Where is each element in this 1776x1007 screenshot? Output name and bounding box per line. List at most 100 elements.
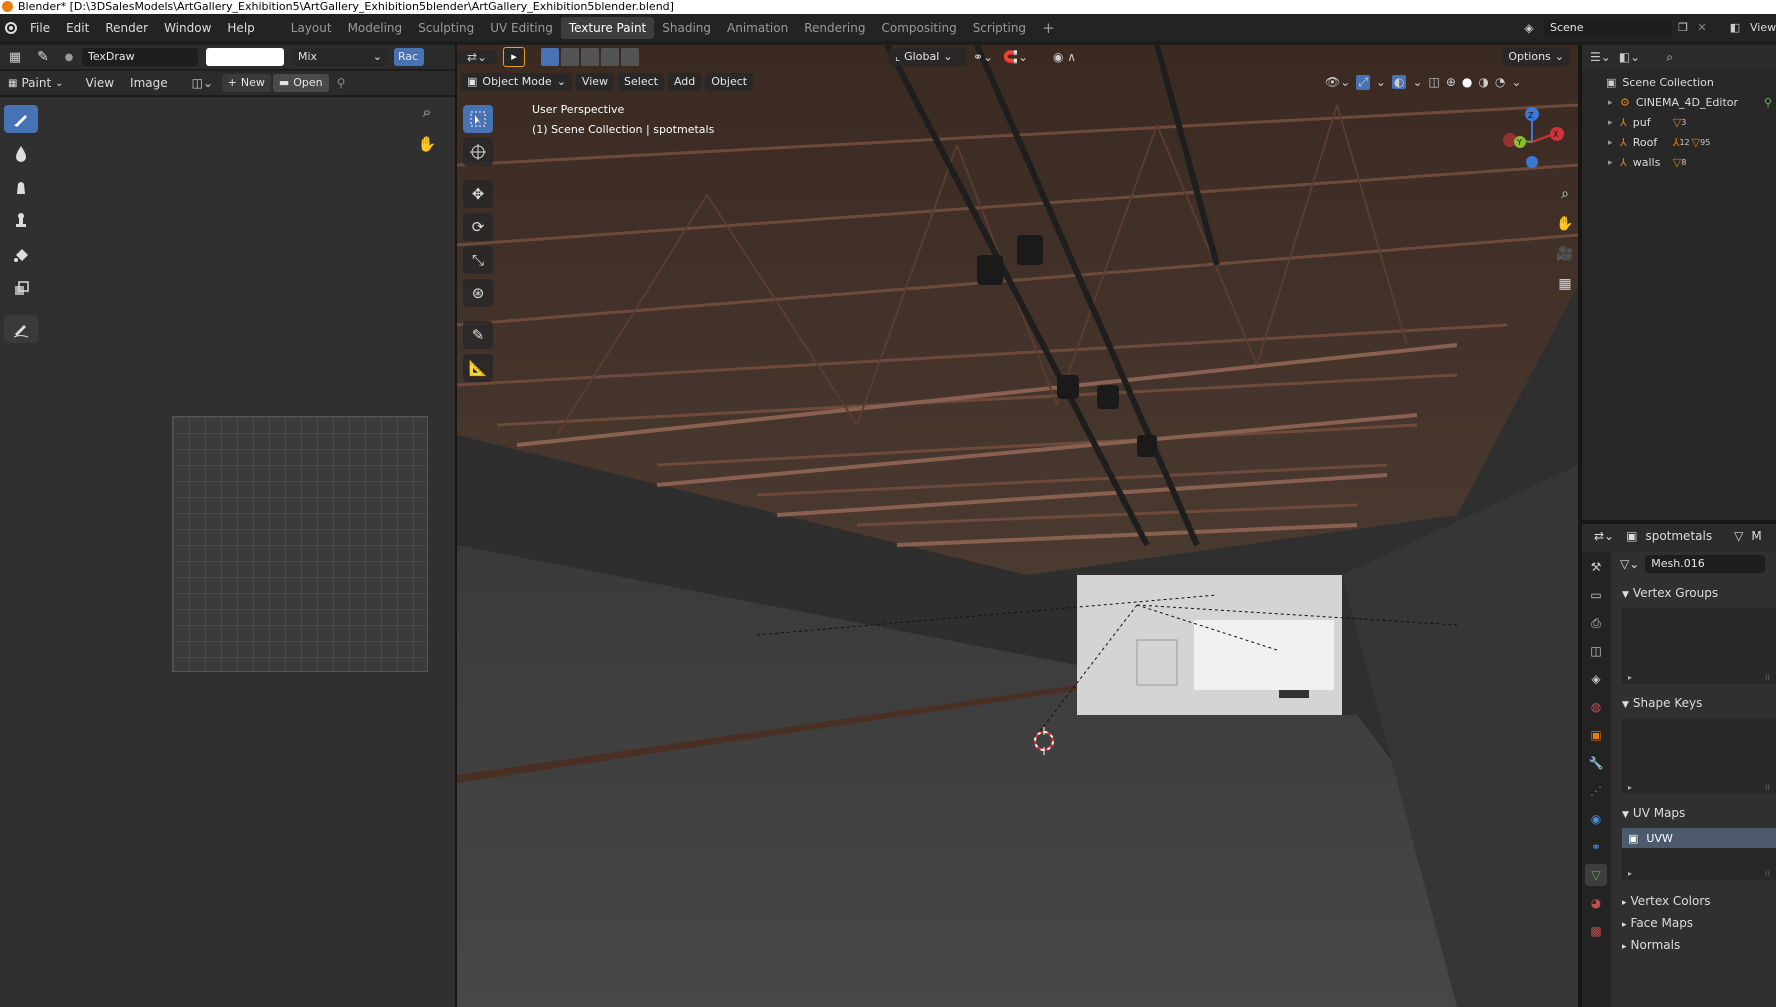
physics-tab-icon[interactable]: ◉	[1585, 808, 1607, 830]
view-layer-label[interactable]: View	[1750, 19, 1776, 37]
navigation-gizmo[interactable]: Z X Y	[1492, 102, 1572, 182]
select-box-icon[interactable]	[463, 105, 493, 133]
brush-dot-icon[interactable]: ●	[56, 52, 82, 63]
3d-viewport[interactable]: ⇄⌄ ▸ ⌞ Global ⌄ ⚭⌄ 🧲⌄ ◉ ∧ Options ⌄ ▣ Object…	[457, 45, 1578, 1007]
view-layer-icon[interactable]: ◧	[1722, 19, 1748, 37]
camera-view-icon[interactable]: 🎥	[1554, 246, 1576, 268]
pivot-point-icon[interactable]: ⚭⌄	[973, 50, 1003, 64]
outliner-scene-collection[interactable]: ▣ Scene Collection	[1582, 73, 1776, 93]
brush-name-field[interactable]: TexDraw	[82, 48, 198, 66]
output-tab-icon[interactable]: ⎙	[1585, 612, 1607, 634]
viewport-editor-type-icon[interactable]: ⇄⌄	[457, 50, 497, 64]
copy-scene-icon[interactable]: ❐	[1674, 19, 1692, 37]
tab-layout[interactable]: Layout	[283, 17, 340, 39]
expand-arrow-icon[interactable]: ▸	[1608, 113, 1620, 133]
shape-keys-list[interactable]: ▸ ⁞⁞	[1622, 718, 1776, 794]
normals-section[interactable]: ▸ Normals	[1612, 934, 1776, 956]
solid-shading-icon[interactable]: ●	[1462, 75, 1472, 89]
viewport-menu-object[interactable]: Object	[705, 73, 754, 91]
tab-texture-paint[interactable]: Texture Paint	[560, 17, 655, 39]
mesh-browse-icon[interactable]: ▽⌄	[1620, 557, 1639, 571]
object-tab-icon[interactable]: ▣	[1585, 724, 1607, 746]
mesh-name-field[interactable]: Mesh.016	[1645, 555, 1766, 573]
rotate-tool-icon[interactable]: ⟳	[463, 213, 493, 241]
search-icon[interactable]: ⌕	[1666, 50, 1673, 65]
proportional-editing-icon[interactable]: ◉ ∧	[1053, 50, 1093, 64]
overlay-icon[interactable]: ◐	[1391, 75, 1407, 89]
pan-hand-icon[interactable]: ✋	[414, 135, 440, 159]
paint-mode-dropdown[interactable]: ▦ Paint ⌄	[8, 76, 64, 90]
outliner-editor-type-icon[interactable]: ☰⌄	[1590, 50, 1611, 64]
pan-view-icon[interactable]: ✋	[1554, 216, 1576, 238]
zoom-view-icon[interactable]: ⌕	[1554, 186, 1576, 208]
expand-arrow-icon[interactable]: ▸	[1628, 869, 1632, 878]
shape-keys-section[interactable]: ▼ Shape Keys	[1612, 692, 1776, 714]
mask-brush-icon[interactable]	[4, 275, 38, 303]
chevron-down-icon[interactable]: ⌄	[1376, 75, 1386, 89]
select-extend-icon[interactable]	[561, 48, 579, 66]
draw-brush-icon[interactable]	[4, 105, 38, 133]
menu-image[interactable]: Image	[122, 70, 176, 96]
blend-mode-dropdown[interactable]: Mix ⌄	[292, 48, 388, 66]
texture-tab-icon[interactable]: ▩	[1585, 920, 1607, 942]
menu-help[interactable]: Help	[219, 15, 262, 41]
brush-icon[interactable]: ✎	[30, 49, 56, 65]
fill-brush-icon[interactable]	[4, 241, 38, 269]
viewport-menu-add[interactable]: Add	[667, 73, 702, 91]
expand-arrow-icon[interactable]: ▸	[1628, 673, 1632, 682]
menu-render[interactable]: Render	[97, 15, 156, 41]
menu-window[interactable]: Window	[156, 15, 219, 41]
select-tool-icon[interactable]: ▸	[503, 47, 525, 67]
add-workspace-icon[interactable]: +	[1034, 17, 1063, 39]
face-maps-section[interactable]: ▸ Face Maps	[1612, 912, 1776, 934]
outliner-item[interactable]: ▸ ⅄ walls ▽ 8	[1582, 153, 1776, 173]
cursor-tool-icon[interactable]	[463, 138, 493, 166]
menu-edit[interactable]: Edit	[58, 15, 97, 41]
vertex-groups-list[interactable]: ▸ ⁞⁞	[1622, 608, 1776, 684]
transform-tool-icon[interactable]: ⊛	[463, 279, 493, 307]
view-layer-tab-icon[interactable]: ◫	[1585, 640, 1607, 662]
viewport-menu-view[interactable]: View	[575, 73, 615, 91]
scene-selector[interactable]: Scene	[1544, 19, 1672, 37]
tab-modeling[interactable]: Modeling	[340, 17, 411, 39]
tab-shading[interactable]: Shading	[654, 17, 719, 39]
tab-sculpting[interactable]: Sculpting	[410, 17, 482, 39]
tab-animation[interactable]: Animation	[719, 17, 796, 39]
gizmo-icon[interactable]: ⤢	[1356, 74, 1370, 90]
select-subtract-icon[interactable]	[581, 48, 599, 66]
vertex-groups-section[interactable]: ▼ Vertex Groups	[1612, 582, 1776, 604]
editor-type-icon[interactable]: ▦	[0, 50, 30, 65]
outliner-item[interactable]: ▸ ⅄ puf ▽ 3	[1582, 113, 1776, 133]
tab-scripting[interactable]: Scripting	[965, 17, 1034, 39]
expand-arrow-icon[interactable]: ▸	[1608, 93, 1620, 113]
image-canvas-grid[interactable]	[172, 416, 428, 672]
chevron-down-icon[interactable]: ⌄	[1412, 75, 1422, 89]
smear-brush-icon[interactable]	[4, 173, 38, 201]
visibility-icon[interactable]: 👁⌄	[1325, 75, 1350, 89]
outliner-item[interactable]: ▸ ⅄ Roof ⅄ 12 ▽ 95	[1582, 133, 1776, 153]
vertex-colors-section[interactable]: ▸ Vertex Colors	[1612, 890, 1776, 912]
menu-file[interactable]: File	[22, 15, 58, 41]
material-shading-icon[interactable]: ◑	[1478, 75, 1488, 89]
expand-arrow-icon[interactable]: ▸	[1608, 153, 1620, 173]
chevron-down-icon[interactable]: ⌄	[1511, 75, 1521, 89]
transform-orientation-dropdown[interactable]: ⌞ Global ⌄	[889, 48, 967, 66]
expand-arrow-icon[interactable]: ▸	[1628, 783, 1632, 792]
particles-tab-icon[interactable]: ⋰	[1585, 780, 1607, 802]
perspective-toggle-icon[interactable]: ▦	[1554, 276, 1576, 298]
mesh-data-tab-icon[interactable]: ▽	[1585, 864, 1607, 886]
tab-rendering[interactable]: Rendering	[796, 17, 873, 39]
constraints-tab-icon[interactable]: ⚭	[1585, 836, 1607, 858]
material-tab-icon[interactable]: ◕	[1585, 892, 1607, 914]
render-tab-icon[interactable]: ▭	[1585, 584, 1607, 606]
brush-color-swatch[interactable]	[206, 48, 284, 66]
annotate-icon[interactable]	[4, 315, 38, 343]
radius-field[interactable]: Rac	[394, 48, 424, 66]
select-new-icon[interactable]	[541, 48, 559, 66]
snap-icon[interactable]: 🧲⌄	[1003, 50, 1053, 64]
viewport-menu-select[interactable]: Select	[618, 73, 664, 91]
resize-handle-icon[interactable]: ⁞⁞	[1765, 673, 1770, 682]
xray-icon[interactable]: ◫	[1429, 75, 1440, 89]
measure-tool-icon[interactable]: 📐	[463, 354, 493, 382]
display-mode-icon[interactable]: ◧⌄	[1619, 50, 1640, 64]
